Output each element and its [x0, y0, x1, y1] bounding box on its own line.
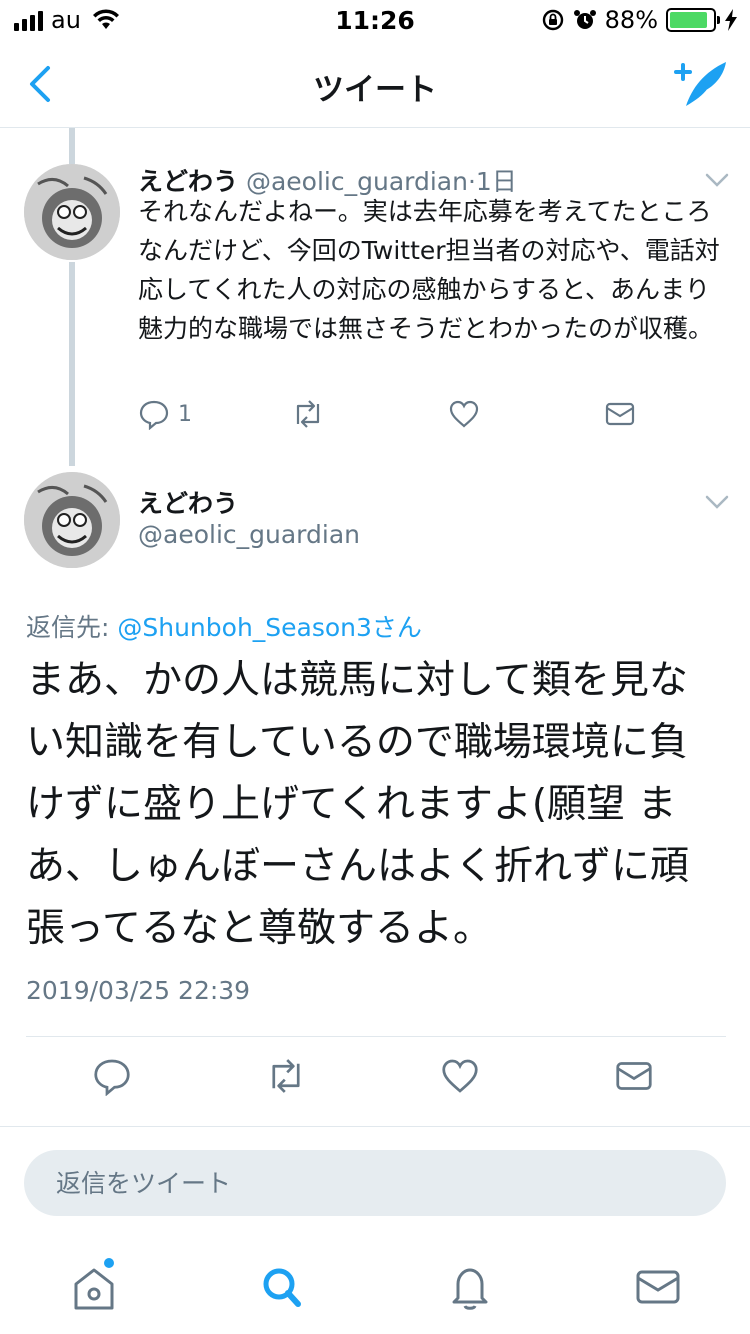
divider [26, 1036, 726, 1037]
reply-to: 返信先: @Shunboh_Season3さん [26, 608, 422, 644]
previous-tweet[interactable]: えどわう @aeolic_guardian·1日 それなんだよねー。実は去年応募… [0, 128, 750, 460]
direct-message-icon [616, 1062, 652, 1090]
avatar-image [24, 472, 120, 568]
reply-icon [94, 1059, 130, 1097]
chevron-down-icon[interactable] [704, 492, 730, 512]
tweet-actions: 1 [138, 398, 638, 430]
like-button[interactable] [448, 398, 480, 430]
reply-to-mention[interactable]: @Shunboh_Season3さん [117, 613, 422, 642]
battery-icon [666, 8, 720, 32]
reply-composer[interactable] [24, 1150, 726, 1216]
direct-message-button[interactable] [604, 398, 636, 430]
search-icon [263, 1268, 301, 1307]
tweet-text: まあ、かの人は競馬に対して類を見ない知識を有しているので職場環境に負けずに盛り上… [26, 658, 690, 951]
tab-search[interactable] [252, 1262, 312, 1312]
status-bar-right: 88% [541, 6, 738, 34]
like-icon [442, 1059, 478, 1093]
navigation-bar: ツイート [0, 40, 750, 128]
retweet-button[interactable] [290, 398, 326, 430]
status-bar: au 11:26 88% [0, 0, 750, 40]
page-title: ツイート [313, 72, 437, 108]
reply-button[interactable] [92, 1056, 132, 1100]
tweet-actions [0, 1056, 750, 1106]
compose-tweet-button[interactable] [672, 58, 730, 110]
retweet-icon [296, 400, 320, 428]
reply-icon [139, 400, 169, 430]
avatar[interactable] [24, 164, 120, 260]
retweet-button[interactable] [264, 1056, 308, 1100]
reply-button[interactable]: 1 [138, 398, 192, 430]
direct-message-icon [605, 402, 635, 426]
tab-messages[interactable] [628, 1262, 688, 1312]
notifications-icon [452, 1268, 488, 1310]
messages-icon [636, 1270, 680, 1304]
charging-bolt-icon [725, 9, 737, 31]
like-button[interactable] [440, 1056, 480, 1100]
user-name[interactable]: えどわう [138, 484, 238, 520]
alarm-icon [573, 10, 596, 29]
chevron-down-icon[interactable] [704, 170, 730, 190]
avatar-image [24, 164, 120, 260]
direct-message-button[interactable] [614, 1056, 654, 1100]
tweet-timestamp: 2019/03/25 22:39 [26, 976, 251, 1005]
tab-home[interactable] [64, 1258, 124, 1312]
home-icon [74, 1268, 114, 1310]
tab-bar [0, 1238, 750, 1334]
new-content-dot [104, 1258, 114, 1268]
avatar[interactable] [24, 472, 120, 568]
tab-notifications[interactable] [440, 1262, 500, 1312]
battery-percent: 88% [604, 6, 658, 34]
battery-level-fill [670, 12, 707, 28]
like-icon [449, 400, 479, 428]
divider [0, 1126, 750, 1127]
reply-count: 1 [178, 401, 192, 427]
reply-to-label: 返信先: [26, 613, 118, 642]
user-handle[interactable]: @aeolic_guardian [138, 520, 360, 549]
tweet-text: それなんだよねー。実は去年応募を考えてたところなんだけど、今回のTwitter担… [138, 197, 720, 343]
retweet-icon [272, 1059, 300, 1093]
rotation-lock-icon [542, 9, 563, 31]
reply-input[interactable] [56, 1150, 696, 1216]
